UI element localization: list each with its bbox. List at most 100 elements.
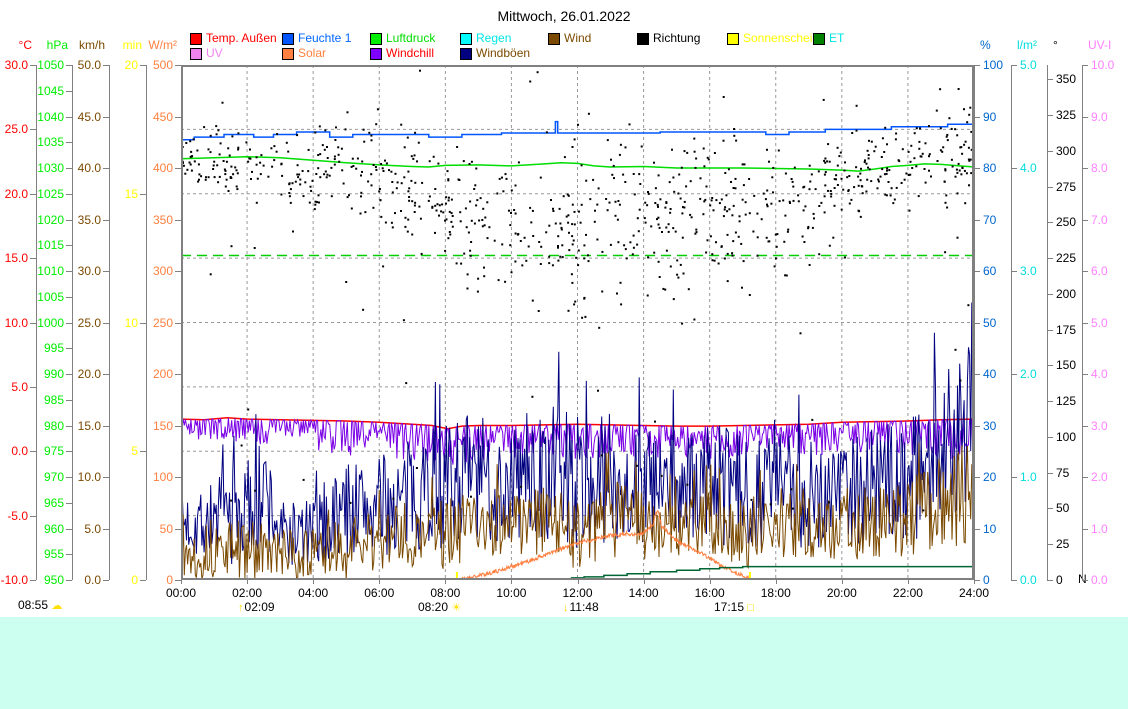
legend-label-et: ET <box>829 31 844 45</box>
direction-axis-tick <box>1047 544 1053 545</box>
humidity-axis-tick <box>974 117 980 118</box>
direction-axis-tick <box>1047 258 1053 259</box>
x-axis-tick <box>644 580 645 584</box>
sunshine-axis-label: 5 <box>80 444 138 458</box>
x-axis-label: 16:00 <box>688 586 732 600</box>
direction-axis-tick <box>1047 151 1053 152</box>
windspeed-axis-tick <box>103 529 109 530</box>
x-axis-tick <box>908 580 909 584</box>
rain-axis-line <box>1011 65 1012 580</box>
pressure-axis-tick <box>66 554 72 555</box>
x-axis-tick <box>379 580 380 584</box>
rain-axis-label: 5.0 <box>1020 58 1078 72</box>
direction-axis-tick <box>1047 330 1053 331</box>
sunshine-axis-tick <box>140 194 146 195</box>
windspeed-axis-tick <box>103 117 109 118</box>
direction-axis-tick <box>1047 79 1053 80</box>
solar-axis-label: 250 <box>115 316 173 330</box>
uv-axis-label: 8.0 <box>1091 161 1128 175</box>
pressure-axis-tick <box>66 194 72 195</box>
humidity-axis-tick <box>974 323 980 324</box>
pressure-axis-label: 975 <box>6 444 64 458</box>
direction-axis-tick <box>1047 580 1053 581</box>
pressure-axis-label: 1035 <box>6 135 64 149</box>
direction-axis-tick <box>1047 508 1053 509</box>
direction-axis-tick <box>1047 115 1053 116</box>
rain-axis-tick <box>1011 65 1017 66</box>
x-axis-tick <box>181 580 182 584</box>
uv-axis-label: 9.0 <box>1091 110 1128 124</box>
legend-swatch-richtung <box>637 33 649 45</box>
pressure-axis-tick <box>66 142 72 143</box>
pressure-axis-label: 965 <box>6 496 64 510</box>
x-axis-label: 24:00 <box>952 586 996 600</box>
rain-axis-label: 4.0 <box>1020 161 1078 175</box>
statistics-panel: SensorMinWertMaxWertDurchschnitt26.01. 2… <box>0 617 1128 709</box>
legend-swatch-sonnenschein <box>727 33 739 45</box>
pressure-axis-label: 995 <box>6 341 64 355</box>
uv-axis-label: 5.0 <box>1091 316 1128 330</box>
uv-axis-label: 6.0 <box>1091 264 1128 278</box>
marker-17-15: 17:15 □ <box>714 600 754 614</box>
legend-label-uv: UV <box>206 46 223 60</box>
pressure-axis-label: 1005 <box>6 290 64 304</box>
legend-label-solar: Solar <box>298 46 326 60</box>
windspeed-axis-label: 45.0 <box>43 110 101 124</box>
legend-label-feuchte-1: Feuchte 1 <box>298 31 351 45</box>
windspeed-axis-tick <box>103 220 109 221</box>
pressure-axis-label: 985 <box>6 393 64 407</box>
uv-axis-tick <box>1082 168 1088 169</box>
x-axis-tick <box>776 580 777 584</box>
legend-label-luftdruck: Luftdruck <box>386 31 435 45</box>
humidity-axis-label: 90 <box>983 110 1041 124</box>
sunshine-axis-label: 15 <box>80 187 138 201</box>
uv-axis-tick <box>1082 426 1088 427</box>
pressure-axis-tick <box>66 245 72 246</box>
windspeed-axis-label: 40.0 <box>43 161 101 175</box>
direction-axis-label: 350 <box>1056 72 1114 86</box>
x-axis-label: 12:00 <box>556 586 600 600</box>
humidity-axis-tick <box>974 529 980 530</box>
legend-swatch-regen <box>460 33 472 45</box>
direction-axis-tick <box>1047 437 1053 438</box>
sunshine-axis-tick <box>140 451 146 452</box>
direction-axis-label: 300 <box>1056 144 1114 158</box>
uv-axis-tick <box>1082 271 1088 272</box>
legend-swatch-uv <box>190 48 202 60</box>
temp-axis-tick <box>30 258 36 259</box>
direction-axis-tick <box>1047 294 1053 295</box>
rain-axis-tick <box>1011 580 1017 581</box>
uv-axis-tick <box>1082 323 1088 324</box>
x-axis-label: 00:00 <box>159 586 203 600</box>
x-axis-tick <box>578 580 579 584</box>
humidity-axis-tick <box>974 168 980 169</box>
rain-axis-tick <box>1011 168 1017 169</box>
x-axis-label: 10:00 <box>489 586 533 600</box>
legend-swatch-wind <box>548 33 560 45</box>
pressure-axis-tick <box>66 503 72 504</box>
uv-axis-label: 10.0 <box>1091 58 1128 72</box>
solar-axis-label: 350 <box>115 213 173 227</box>
direction-axis-label: 125 <box>1056 394 1114 408</box>
legend-swatch-windchill <box>370 48 382 60</box>
temp-axis-tick <box>30 387 36 388</box>
temp-axis-tick <box>30 129 36 130</box>
uv-axis-tick <box>1082 477 1088 478</box>
sunset-icon: □ <box>747 602 754 614</box>
humidity-axis-tick <box>974 65 980 66</box>
x-axis-label: 04:00 <box>291 586 335 600</box>
legend-label-windb-en: Windböen <box>476 46 530 60</box>
x-axis-tick <box>842 580 843 584</box>
solar-axis-label: 200 <box>115 367 173 381</box>
solar-axis-unit: W/m² <box>119 38 177 52</box>
windspeed-axis-label: 30.0 <box>43 264 101 278</box>
uv-axis-label: 3.0 <box>1091 419 1128 433</box>
humidity-axis-label: 10 <box>983 522 1041 536</box>
pressure-axis-tick <box>66 91 72 92</box>
marker-time: 08:55 <box>18 598 48 612</box>
moonrise-arrow-icon: ↑ <box>238 602 244 614</box>
legend-label-wind: Wind <box>564 31 591 45</box>
x-axis-tick <box>313 580 314 584</box>
windspeed-axis-tick <box>103 168 109 169</box>
marker-time: 11:48 <box>570 600 599 614</box>
